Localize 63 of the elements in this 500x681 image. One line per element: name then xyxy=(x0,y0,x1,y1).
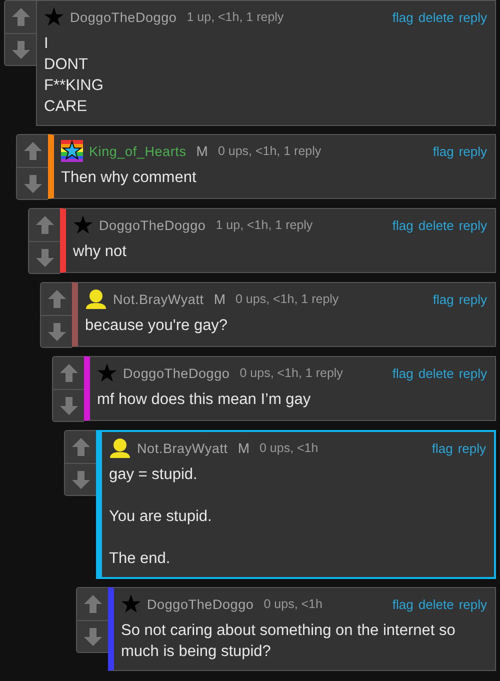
action-link[interactable]: flag xyxy=(432,144,454,158)
comment-text: because you're gay? xyxy=(85,316,229,336)
action-link[interactable]: delete xyxy=(418,366,454,380)
action-link[interactable]: flag xyxy=(392,218,414,232)
star-icon xyxy=(121,594,141,614)
comment-text: So not caring about something on the internet so much is being stupid? xyxy=(121,621,456,662)
comment-meta: 1 up, <1h, 1 reply xyxy=(216,218,313,232)
up-arrow-icon xyxy=(22,141,42,161)
action-link[interactable]: reply xyxy=(458,144,487,158)
comment-text: I DONT F**KING CARE xyxy=(44,34,104,117)
down-arrow-icon xyxy=(10,40,30,60)
action-link[interactable]: delete xyxy=(418,218,454,232)
action-link[interactable]: delete xyxy=(418,10,454,24)
comment-text: Then why comment xyxy=(61,168,198,188)
username[interactable]: King_of_Hearts xyxy=(89,144,186,158)
action-link[interactable]: flag xyxy=(432,292,454,306)
mod-label: M xyxy=(196,143,208,159)
username[interactable]: DoggoTheDoggo xyxy=(147,596,254,612)
up-arrow-icon xyxy=(58,363,78,383)
action-link[interactable]: reply xyxy=(458,596,487,612)
username[interactable]: DoggoTheDoggo xyxy=(70,10,177,24)
comment-meta: 0 ups, <1h xyxy=(259,441,318,455)
action-link[interactable]: reply xyxy=(458,218,487,232)
down-arrow-icon xyxy=(22,174,42,194)
comment-text: why not xyxy=(73,242,128,262)
down-arrow-icon xyxy=(82,626,102,646)
user-icon xyxy=(85,289,107,309)
up-arrow-icon xyxy=(46,289,66,309)
star-icon xyxy=(97,363,117,383)
comment-text: mf how does this mean I’m gay xyxy=(97,390,312,410)
action-link[interactable]: reply xyxy=(458,10,487,24)
up-arrow-icon xyxy=(82,594,102,614)
mod-label: M xyxy=(238,440,250,456)
comment-meta: 0 ups, <1h xyxy=(264,597,322,611)
action-link[interactable]: reply xyxy=(458,440,486,456)
user-icon xyxy=(109,438,131,458)
mod-label: M xyxy=(214,291,226,307)
star-icon xyxy=(44,7,64,27)
action-link[interactable]: flag xyxy=(392,366,414,380)
action-link[interactable]: flag xyxy=(392,10,414,24)
comment-meta: 0 ups, <1h, 1 reply xyxy=(235,292,339,306)
comment-meta: 0 ups, <1h, 1 reply xyxy=(218,144,322,158)
star-icon xyxy=(73,215,93,235)
username[interactable]: DoggoTheDoggo xyxy=(99,218,206,232)
action-link[interactable]: flag xyxy=(432,440,453,456)
up-arrow-icon xyxy=(70,437,90,457)
username[interactable]: DoggoTheDoggo xyxy=(123,366,230,380)
comment-meta: 1 up, <1h, 1 reply xyxy=(186,10,284,24)
up-arrow-icon xyxy=(10,7,30,27)
action-link[interactable]: flag xyxy=(392,596,414,612)
username[interactable]: Not.BrayWyatt xyxy=(113,292,204,306)
username[interactable]: Not.BrayWyatt xyxy=(137,440,228,456)
action-link[interactable]: delete xyxy=(418,596,454,612)
down-arrow-icon xyxy=(34,248,54,268)
comment-meta: 0 ups, <1h, 1 reply xyxy=(240,366,343,380)
comment-text: gay = stupid. You are stupid. The end. xyxy=(109,465,213,569)
down-arrow-icon xyxy=(46,322,66,342)
action-link[interactable]: reply xyxy=(458,366,487,380)
action-link[interactable]: reply xyxy=(458,292,487,306)
up-arrow-icon xyxy=(34,215,54,235)
down-arrow-icon xyxy=(58,396,78,416)
down-arrow-icon xyxy=(70,470,90,490)
rainbow-star-icon xyxy=(61,140,83,162)
